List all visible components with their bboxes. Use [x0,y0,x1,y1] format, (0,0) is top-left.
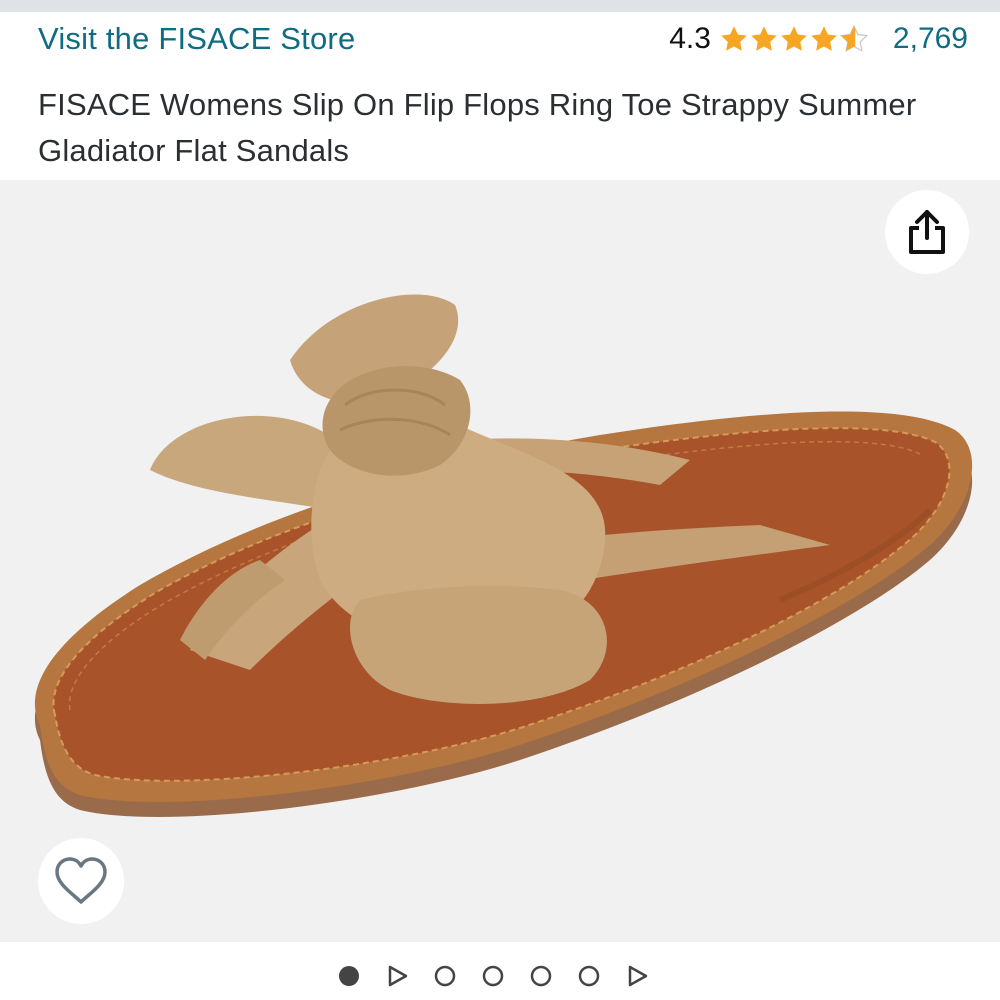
pagination-dot[interactable] [431,962,459,990]
product-image-gallery[interactable] [0,180,1000,942]
half-star-icon [839,24,869,52]
star-icon [751,26,777,51]
hollow-dot-icon [530,965,552,987]
rating-value: 4.3 [669,22,711,55]
star-icon [721,26,747,51]
filled-dot-icon [339,966,359,986]
pagination-dot[interactable] [527,962,555,990]
ratings-count-link[interactable]: 2,769 [893,22,968,56]
heart-outline-icon [55,857,107,904]
pagination-video-indicator[interactable] [383,962,411,990]
play-triangle-icon [628,965,648,987]
pagination-video-indicator[interactable] [623,962,651,990]
share-button[interactable] [885,190,969,274]
product-header: Visit the FISACE Store 4.3 2,769 [38,14,968,64]
star-icon [811,26,837,51]
pagination-dot[interactable] [575,962,603,990]
pagination-dot[interactable] [479,962,507,990]
hollow-dot-icon [578,965,600,987]
star-rating [719,24,869,54]
pagination-dot-active[interactable] [335,962,363,990]
visit-store-link[interactable]: Visit the FISACE Store [38,21,355,57]
hollow-dot-icon [434,965,456,987]
hollow-dot-icon [482,965,504,987]
top-edge-strip [0,0,1000,12]
rating-summary[interactable]: 4.3 2,769 [669,22,968,56]
gallery-pagination [335,960,651,992]
share-icon [909,210,945,254]
product-image[interactable] [0,180,1000,942]
product-title: FISACE Womens Slip On Flip Flops Ring To… [38,87,917,168]
star-icon [781,26,807,51]
play-triangle-icon [388,965,408,987]
wishlist-button[interactable] [38,838,124,924]
